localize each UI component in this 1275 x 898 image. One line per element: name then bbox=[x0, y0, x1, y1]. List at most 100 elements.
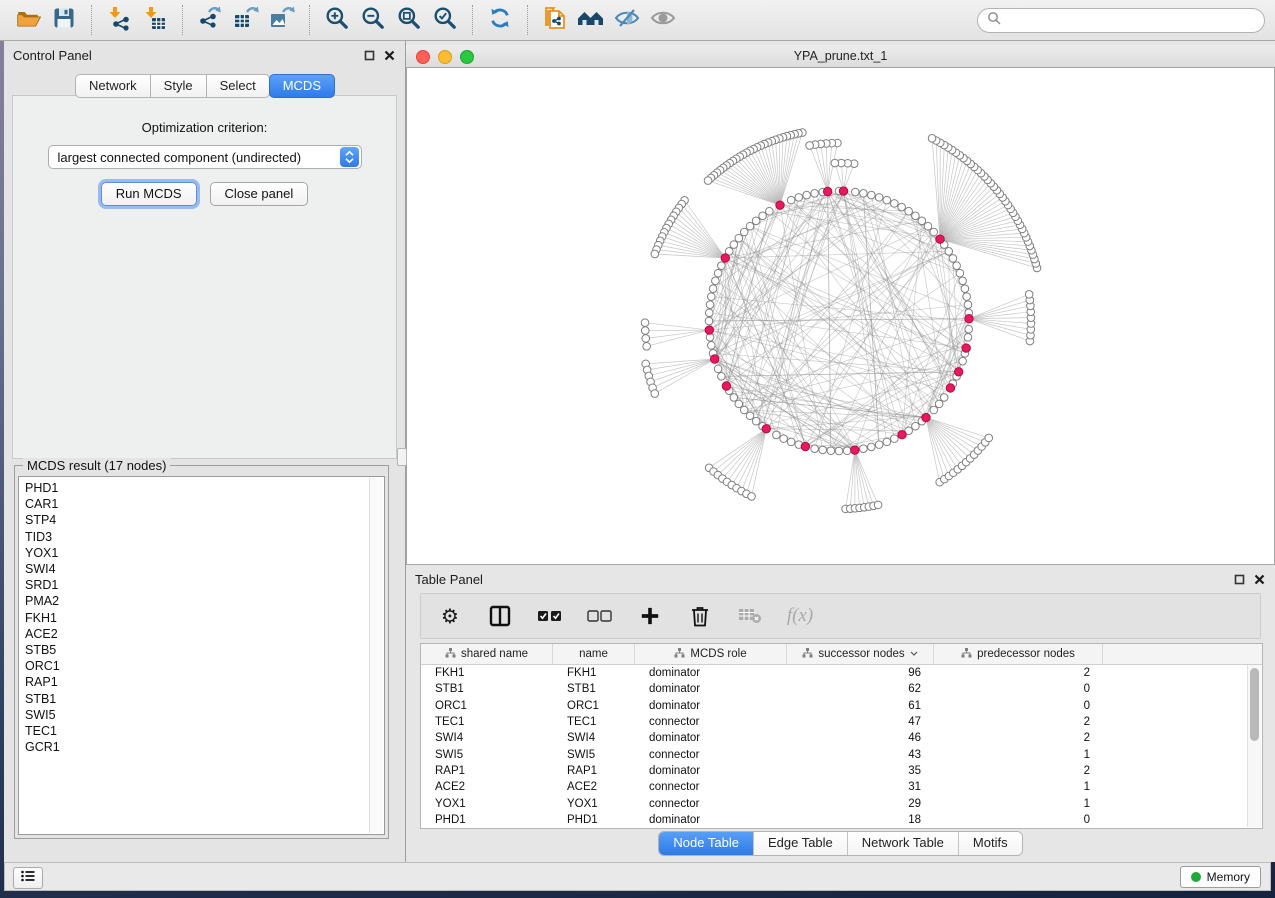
table-row[interactable]: SWI5SWI5connector431 bbox=[421, 746, 1262, 762]
mcds-result-item[interactable]: TID3 bbox=[25, 529, 384, 545]
float-icon[interactable] bbox=[364, 48, 375, 66]
gear-icon[interactable]: ⚙ bbox=[437, 603, 463, 629]
panel-splitter-grip[interactable] bbox=[397, 448, 407, 466]
table-row[interactable]: STB1STB1dominator620 bbox=[421, 681, 1262, 697]
table-row[interactable]: ACE2ACE2connector311 bbox=[421, 779, 1262, 795]
mcds-result-item[interactable]: SWI5 bbox=[25, 707, 384, 723]
table-row[interactable]: PHD1PHD1dominator180 bbox=[421, 812, 1262, 828]
column-header-name[interactable]: name bbox=[553, 644, 635, 664]
close-traffic-light[interactable] bbox=[416, 50, 430, 64]
save-session-button[interactable] bbox=[46, 3, 82, 37]
main-toolbar bbox=[0, 0, 1275, 41]
table-row[interactable]: YOX1YOX1connector291 bbox=[421, 795, 1262, 811]
mcds-result-item[interactable]: ORC1 bbox=[25, 658, 384, 674]
trash-icon[interactable] bbox=[687, 603, 713, 629]
network-canvas[interactable] bbox=[406, 67, 1275, 565]
task-history-button[interactable] bbox=[13, 867, 43, 889]
chevron-down-icon[interactable] bbox=[910, 648, 918, 660]
export-network-button[interactable] bbox=[192, 3, 228, 37]
network-document-button[interactable] bbox=[537, 3, 573, 37]
tab-style[interactable]: Style bbox=[150, 74, 207, 98]
export-image-button[interactable] bbox=[264, 3, 300, 37]
show-eye-button[interactable] bbox=[645, 3, 681, 37]
houses-button[interactable] bbox=[573, 3, 609, 37]
mcds-result-item[interactable]: PHD1 bbox=[25, 480, 384, 496]
tab-network-table[interactable]: Network Table bbox=[848, 832, 959, 855]
table-cell: ACE2 bbox=[553, 781, 635, 793]
table-row[interactable]: ORC1ORC1dominator610 bbox=[421, 698, 1262, 714]
table-tabs: Node Table Edge Table Network Table Moti… bbox=[406, 831, 1275, 856]
mcds-result-listbox[interactable]: PHD1CAR1STP4TID3YOX1SWI4SRD1PMA2FKH1ACE2… bbox=[18, 476, 385, 835]
select-all-icon[interactable] bbox=[537, 603, 563, 629]
table-cell: 1 bbox=[934, 798, 1103, 810]
maximize-traffic-light[interactable] bbox=[460, 50, 474, 64]
import-network-button[interactable] bbox=[101, 3, 137, 37]
zoom-selected-button[interactable] bbox=[427, 3, 463, 37]
zoom-fit-button[interactable] bbox=[391, 3, 427, 37]
mcds-result-item[interactable]: TEC1 bbox=[25, 723, 384, 739]
network-window-titlebar[interactable]: YPA_prune.txt_1 bbox=[406, 45, 1275, 68]
column-header-successor-nodes[interactable]: successor nodes bbox=[787, 644, 934, 664]
table-cell: STB1 bbox=[553, 683, 635, 695]
memory-button[interactable]: Memory bbox=[1180, 866, 1261, 888]
criterion-select[interactable]: largest connected component (undirected) bbox=[48, 145, 362, 169]
mcds-result-item[interactable]: STP4 bbox=[25, 512, 384, 528]
table-cell: 29 bbox=[787, 798, 934, 810]
close-icon[interactable] bbox=[1254, 572, 1265, 590]
zoom-out-button[interactable] bbox=[355, 3, 391, 37]
run-mcds-button[interactable]: Run MCDS bbox=[101, 182, 197, 206]
search-input[interactable] bbox=[1007, 12, 1255, 28]
table-row[interactable]: RAP1RAP1dominator352 bbox=[421, 763, 1262, 779]
mcds-result-item[interactable]: YOX1 bbox=[25, 545, 384, 561]
mcds-result-item[interactable]: ACE2 bbox=[25, 626, 384, 642]
mcds-result-item[interactable]: SRD1 bbox=[25, 577, 384, 593]
columns-icon[interactable] bbox=[487, 603, 513, 629]
toolbar-separator bbox=[527, 5, 528, 35]
mcds-result-item[interactable]: PMA2 bbox=[25, 593, 384, 609]
import-table-button[interactable] bbox=[137, 3, 173, 37]
table-row[interactable]: FKH1FKH1dominator962 bbox=[421, 665, 1262, 681]
mcds-result-item[interactable]: GCR1 bbox=[25, 739, 384, 755]
table-cell: ACE2 bbox=[421, 781, 553, 793]
column-header-predecessor-nodes[interactable]: predecessor nodes bbox=[934, 644, 1103, 664]
mcds-result-item[interactable]: STB5 bbox=[25, 642, 384, 658]
deselect-all-icon[interactable] bbox=[587, 603, 613, 629]
open-file-button[interactable] bbox=[10, 3, 46, 37]
mcds-result-item[interactable]: SWI4 bbox=[25, 561, 384, 577]
mcds-result-item[interactable]: FKH1 bbox=[25, 610, 384, 626]
minimize-traffic-light[interactable] bbox=[438, 50, 452, 64]
tree-icon bbox=[445, 648, 456, 661]
mcds-result-item[interactable]: CAR1 bbox=[25, 496, 384, 512]
table-scrollbar[interactable] bbox=[1247, 665, 1261, 827]
table-cell: 0 bbox=[934, 700, 1103, 712]
zoom-in-button[interactable] bbox=[319, 3, 355, 37]
tab-network[interactable]: Network bbox=[75, 74, 151, 98]
refresh-button[interactable] bbox=[482, 3, 518, 37]
export-table-button[interactable] bbox=[228, 3, 264, 37]
tab-motifs[interactable]: Motifs bbox=[959, 832, 1022, 855]
table-scrollbar-thumb[interactable] bbox=[1250, 668, 1259, 741]
mcds-result-item[interactable]: RAP1 bbox=[25, 674, 384, 690]
float-icon[interactable] bbox=[1234, 572, 1245, 590]
table-row[interactable]: SWI4SWI4dominator462 bbox=[421, 730, 1262, 746]
column-header-mcds-role[interactable]: MCDS role bbox=[635, 644, 787, 664]
table-row[interactable]: TEC1TEC1connector472 bbox=[421, 714, 1262, 730]
close-icon[interactable] bbox=[384, 48, 395, 66]
table-cell: connector bbox=[635, 716, 787, 728]
table-cell: dominator bbox=[635, 683, 787, 695]
mcds-list-scrollbar[interactable] bbox=[369, 478, 383, 833]
criterion-selected-value: largest connected component (undirected) bbox=[49, 150, 340, 165]
mcds-result-item[interactable]: STB1 bbox=[25, 691, 384, 707]
tab-node-table[interactable]: Node Table bbox=[659, 832, 754, 855]
tab-edge-table[interactable]: Edge Table bbox=[754, 832, 848, 855]
close-panel-button[interactable]: Close panel bbox=[210, 182, 309, 206]
table-cell: 43 bbox=[787, 749, 934, 761]
table-cell: dominator bbox=[635, 700, 787, 712]
hide-eye-button[interactable] bbox=[609, 3, 645, 37]
search-box[interactable] bbox=[977, 8, 1265, 33]
add-column-icon[interactable] bbox=[637, 603, 663, 629]
table-cell: TEC1 bbox=[421, 716, 553, 728]
tab-select[interactable]: Select bbox=[206, 74, 270, 98]
column-header-shared-name[interactable]: shared name bbox=[421, 644, 553, 664]
tab-mcds[interactable]: MCDS bbox=[269, 74, 335, 98]
